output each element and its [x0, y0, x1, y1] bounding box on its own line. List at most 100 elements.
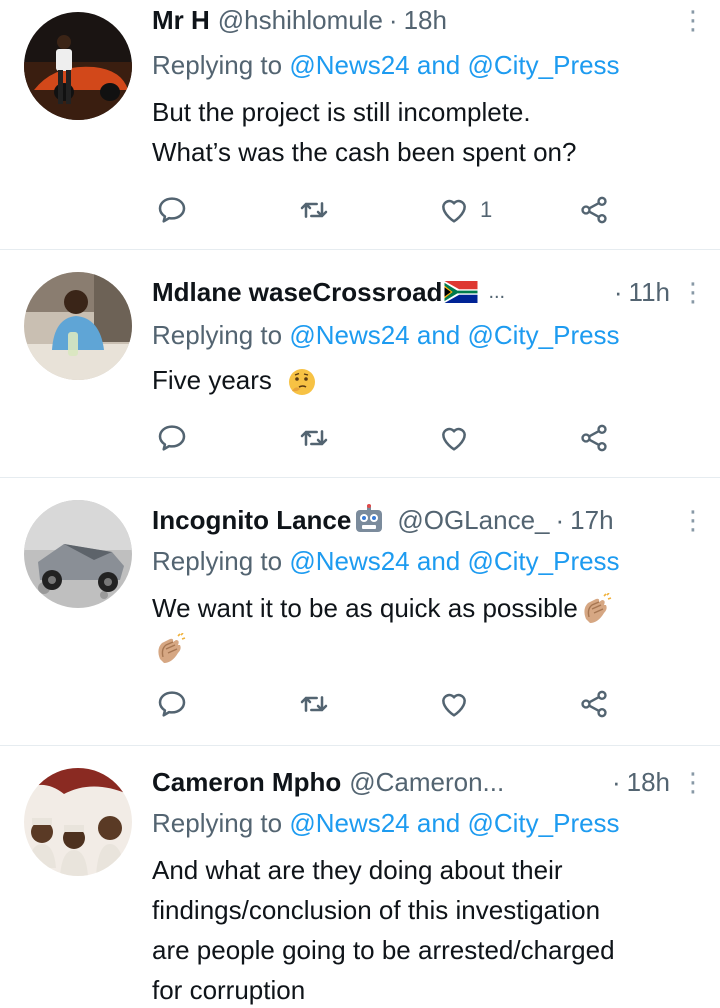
avatar[interactable] — [24, 500, 132, 608]
replying-to-and[interactable]: and — [410, 320, 468, 350]
avatar-image — [24, 500, 132, 608]
share-icon — [581, 690, 607, 718]
separator-dot: · — [613, 276, 623, 307]
tweet[interactable]: Mr H @hshihlomule · 18h ⋮ Replying to @N… — [0, 0, 720, 250]
mention-link[interactable]: @City_Press — [467, 808, 619, 838]
tweet[interactable]: Mdlane waseCrossroad ... · 11h ⋮ Replyin… — [0, 250, 720, 478]
avatar[interactable] — [24, 768, 132, 876]
timestamp[interactable]: 17h — [570, 505, 613, 536]
share-button[interactable] — [578, 684, 610, 724]
display-name[interactable]: Cameron Mpho — [152, 767, 341, 798]
separator-dot: · — [555, 504, 565, 535]
tweet-text-line: But the project is still incomplete. — [152, 97, 531, 127]
tweet-header: Incognito Lance @OGLance_ · 17h ⋮ — [152, 502, 706, 538]
tweet-text: But the project is still incomplete. Wha… — [152, 92, 690, 172]
replying-to-label: Replying to — [152, 546, 290, 576]
more-vertical-icon[interactable]: ⋮ — [680, 279, 706, 305]
mention-link[interactable]: @News24 — [289, 320, 409, 350]
truncated-ellipsis: ... — [488, 280, 506, 303]
retweet-icon — [300, 430, 328, 446]
tweet-text-line: And what are they doing about their — [152, 855, 563, 885]
reply-button[interactable] — [156, 684, 188, 724]
heart-icon — [442, 427, 466, 451]
tweet-text-line: for corruption — [152, 975, 306, 1005]
avatar-image — [24, 12, 132, 120]
retweet-button[interactable] — [298, 418, 330, 458]
replying-to-label: Replying to — [152, 808, 290, 838]
share-button[interactable] — [578, 190, 610, 230]
retweet-button[interactable] — [298, 190, 330, 230]
user-handle[interactable]: @OGLance_ — [397, 505, 549, 536]
like-count: 1 — [480, 197, 493, 222]
display-name[interactable]: Mdlane waseCrossroad — [152, 277, 442, 308]
retweet-button[interactable] — [298, 684, 330, 724]
share-icon — [581, 424, 607, 452]
replying-to-label: Replying to — [152, 320, 290, 350]
avatar-image — [24, 272, 132, 380]
avatar-image — [24, 768, 132, 876]
replying-to-and[interactable]: and — [410, 808, 468, 838]
tweet-text-line: are people going to be arrested/charged — [152, 935, 615, 965]
mention-link[interactable]: @News24 — [289, 50, 409, 80]
separator-dot: · — [388, 4, 398, 35]
clapping-hands-icon — [158, 633, 186, 664]
tweet-text: We want it to be as quick as possible — [152, 588, 690, 668]
tweet-text-line: We want it to be as quick as possible — [152, 593, 578, 623]
more-vertical-icon[interactable]: ⋮ — [680, 7, 706, 33]
mention-link[interactable]: @City_Press — [467, 50, 619, 80]
like-button[interactable] — [438, 684, 470, 724]
action-bar: 1 — [0, 190, 720, 230]
like-button[interactable] — [438, 418, 470, 458]
avatar[interactable] — [24, 272, 132, 380]
reply-button[interactable] — [156, 190, 188, 230]
replying-to-and[interactable]: and — [410, 50, 468, 80]
reply-icon — [158, 691, 186, 717]
thinking-face-icon — [289, 369, 316, 396]
reply-icon — [158, 425, 186, 451]
display-name[interactable]: Mr H — [152, 5, 210, 36]
user-handle[interactable]: @Cameron... — [349, 767, 504, 798]
replying-to: Replying to @News24 and @City_Press — [152, 808, 620, 839]
tweet-text: Five years — [152, 360, 690, 400]
heart-icon — [442, 199, 466, 223]
heart-icon — [442, 693, 466, 717]
retweet-icon — [300, 696, 328, 712]
replying-to-label: Replying to — [152, 50, 290, 80]
like-button[interactable]: 1 — [438, 190, 492, 230]
mention-link[interactable]: @City_Press — [467, 546, 619, 576]
tweet-header: Cameron Mpho @Cameron... · 18h ⋮ — [152, 764, 706, 800]
tweet-text: And what are they doing about their find… — [152, 850, 700, 1008]
replying-to-and[interactable]: and — [410, 546, 468, 576]
tweet-text-line: findings/conclusion of this investigatio… — [152, 895, 601, 925]
retweet-icon — [300, 202, 328, 218]
display-name[interactable]: Incognito Lance — [152, 505, 351, 536]
mention-link[interactable]: @News24 — [289, 546, 409, 576]
robot-face-icon — [356, 504, 383, 532]
reply-icon — [158, 197, 186, 223]
replying-to: Replying to @News24 and @City_Press — [152, 546, 620, 577]
mention-link[interactable]: @City_Press — [467, 320, 619, 350]
more-vertical-icon[interactable]: ⋮ — [680, 507, 706, 533]
timestamp[interactable]: 11h — [629, 277, 670, 308]
replying-to: Replying to @News24 and @City_Press — [152, 320, 620, 351]
clapping-hands-icon — [584, 593, 612, 624]
user-handle[interactable]: @hshihlomule — [218, 5, 383, 36]
separator-dot: · — [611, 766, 621, 797]
share-icon — [581, 196, 607, 224]
reply-button[interactable] — [156, 418, 188, 458]
tweet[interactable]: Incognito Lance @OGLance_ · 17h ⋮ Replyi… — [0, 478, 720, 746]
timestamp[interactable]: 18h — [404, 5, 447, 36]
tweet-header: Mdlane waseCrossroad ... · 11h ⋮ — [152, 274, 706, 310]
action-bar — [0, 684, 720, 724]
tweet-text-line: What’s was the cash been spent on? — [152, 137, 577, 167]
action-bar — [0, 418, 720, 458]
tweet[interactable]: Cameron Mpho @Cameron... · 18h ⋮ Replyin… — [0, 746, 720, 1008]
south-africa-flag-icon — [444, 281, 478, 303]
more-vertical-icon[interactable]: ⋮ — [680, 769, 706, 795]
mention-link[interactable]: @News24 — [289, 808, 409, 838]
timestamp[interactable]: 18h — [627, 767, 670, 798]
share-button[interactable] — [578, 418, 610, 458]
tweet-header: Mr H @hshihlomule · 18h ⋮ — [152, 2, 706, 38]
tweet-text-line: Five years — [152, 365, 272, 395]
avatar[interactable] — [24, 12, 132, 120]
